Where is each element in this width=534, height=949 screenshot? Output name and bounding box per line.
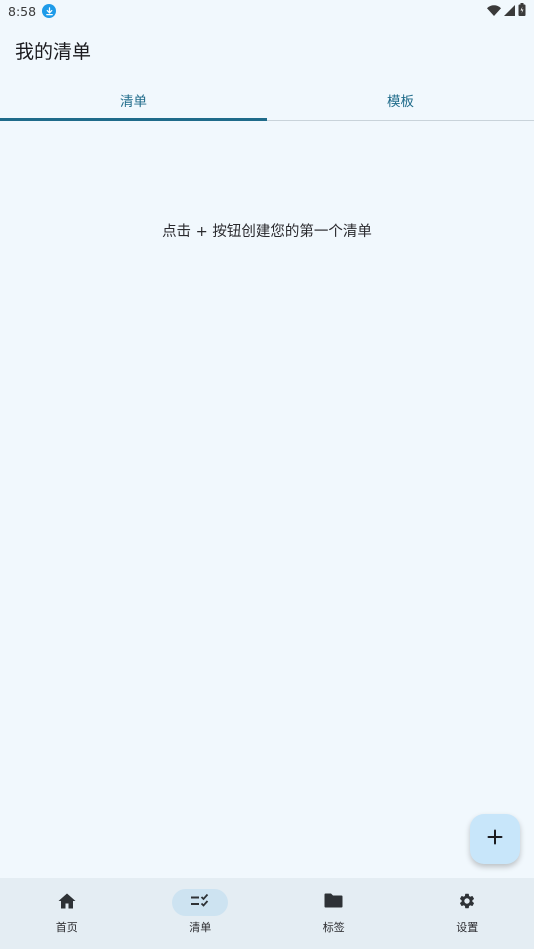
nav-icon-container bbox=[306, 889, 362, 916]
home-icon bbox=[58, 893, 76, 913]
tab-templates[interactable]: 模板 bbox=[267, 80, 534, 120]
page-title: 我的清单 bbox=[15, 40, 92, 63]
status-right bbox=[487, 3, 526, 19]
tab-lists-label: 清单 bbox=[120, 94, 147, 110]
app-bar: 我的清单 bbox=[0, 28, 534, 72]
nav-item-settings[interactable]: 设置 bbox=[401, 878, 534, 949]
download-icon bbox=[42, 4, 57, 18]
battery-icon bbox=[518, 3, 526, 19]
plus-icon bbox=[487, 829, 503, 849]
nav-label-tags: 标签 bbox=[322, 921, 345, 934]
status-time: 8:58 bbox=[8, 3, 37, 19]
tab-lists[interactable]: 清单 bbox=[0, 80, 267, 121]
checklist-icon bbox=[190, 893, 210, 913]
status-bar: 8:58 bbox=[0, 0, 534, 22]
tab-bar: 清单 模板 bbox=[0, 80, 534, 121]
add-list-button[interactable] bbox=[470, 814, 520, 864]
status-left: 8:58 bbox=[8, 3, 57, 19]
nav-icon-container bbox=[439, 889, 495, 916]
signal-icon bbox=[504, 4, 515, 19]
empty-state-message: 点击 + 按钮创建您的第一个清单 bbox=[162, 224, 372, 240]
nav-label-settings: 设置 bbox=[456, 921, 479, 934]
folder-icon bbox=[324, 893, 343, 912]
gear-icon bbox=[458, 892, 476, 914]
nav-label-home: 首页 bbox=[55, 921, 78, 934]
nav-item-lists[interactable]: 清单 bbox=[134, 878, 268, 949]
nav-item-tags[interactable]: 标签 bbox=[267, 878, 401, 949]
nav-icon-container bbox=[172, 889, 229, 916]
wifi-icon bbox=[487, 4, 501, 19]
nav-item-home[interactable]: 首页 bbox=[0, 878, 134, 949]
tab-templates-label: 模板 bbox=[387, 94, 414, 110]
nav-icon-container bbox=[39, 889, 95, 916]
nav-label-lists: 清单 bbox=[189, 921, 212, 934]
bottom-navigation: 首页 清单 标签 设置 bbox=[0, 878, 534, 949]
